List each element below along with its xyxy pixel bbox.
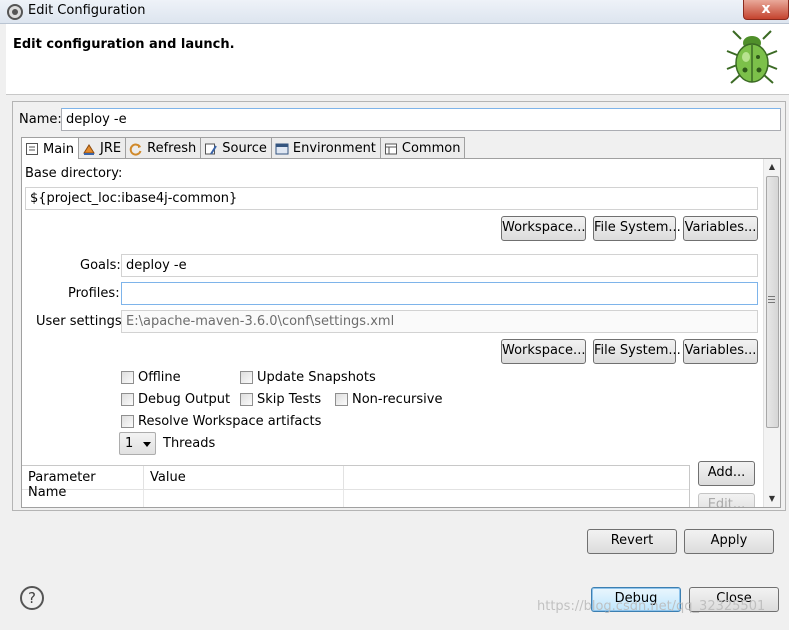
offline-checkbox[interactable]: Offline [121,370,181,385]
debug-output-checkbox[interactable]: Debug Output [121,392,230,407]
name-field[interactable]: deploy -e [61,108,781,131]
tab-common[interactable]: Common [379,137,466,158]
offline-checkbox-box[interactable] [121,371,134,384]
tab-environment-label: Environment [292,141,376,156]
profiles-field[interactable] [121,282,758,305]
resolve-workspace-label: Resolve Workspace artifacts [138,414,322,429]
tab-source[interactable]: Source [200,137,272,158]
revert-button[interactable]: Revert [587,529,677,554]
scroll-down-icon[interactable]: ▼ [764,491,780,507]
threads-value: 1 [125,436,134,451]
column-value[interactable]: Value [144,466,344,489]
debug-output-label: Debug Output [138,392,231,407]
table-row [22,490,144,507]
resolve-workspace-checkbox[interactable]: Resolve Workspace artifacts [121,414,321,429]
tab-common-label: Common [401,141,461,156]
resolve-workspace-checkbox-box[interactable] [121,415,134,428]
file-system-button-settings[interactable]: File System... [593,339,681,364]
workspace-button-settings[interactable]: Workspace... [501,339,586,364]
refresh-icon [129,143,142,155]
skip-tests-checkbox[interactable]: Skip Tests [240,392,321,407]
tab-jre[interactable]: JRE [78,137,127,158]
column-parameter-name[interactable]: Parameter Name [22,466,144,500]
apply-button[interactable]: Apply [684,529,774,554]
jre-icon [83,143,95,155]
common-icon [384,143,397,154]
configuration-area: Name: deploy -e Main JRE Refresh Source … [12,101,786,511]
update-snapshots-checkbox[interactable]: Update Snapshots [240,370,376,385]
edit-parameter-button[interactable]: Edit... [698,493,755,507]
name-label: Name: [19,112,62,127]
chevron-down-icon [143,442,151,447]
help-icon[interactable]: ? [20,586,44,610]
scroll-up-icon[interactable]: ▲ [764,159,780,175]
offline-label: Offline [138,370,181,385]
user-settings-field[interactable]: E:\apache-maven-3.6.0\conf\settings.xml [121,310,758,333]
dialog-heading: Edit configuration and launch. [13,37,235,52]
window-title: Edit Configuration [28,3,146,18]
main-tab-icon [26,143,38,155]
scrollbar-grip-icon [768,296,775,303]
goals-field[interactable]: deploy -e [121,254,758,277]
goals-label: Goals: [80,258,121,273]
tab-bar: Main JRE Refresh Source Environment Comm… [21,137,466,159]
vertical-scrollbar[interactable]: ▲ ▼ [763,159,780,507]
tab-main[interactable]: Main [21,137,80,159]
file-system-button[interactable]: File System... [593,216,681,241]
debug-output-checkbox-box[interactable] [121,393,134,406]
watermark-text: https://blog.csdn.net/qq_32325501 [537,599,766,614]
tab-environment[interactable]: Environment [270,137,381,158]
threads-select[interactable]: 1 [119,432,156,455]
eclipse-app-icon [7,4,23,20]
profiles-label: Profiles: [68,286,120,301]
source-icon [205,143,218,155]
base-directory-label: Base directory: [25,166,123,181]
tab-jre-label: JRE [100,141,122,156]
skip-tests-checkbox-box[interactable] [240,393,253,406]
parameter-table[interactable]: Parameter Name Value [22,465,690,507]
environment-icon [275,143,289,154]
threads-label: Threads [163,436,216,451]
parameter-table-header: Parameter Name Value [22,466,689,500]
tab-refresh[interactable]: Refresh [125,137,202,158]
tab-source-label: Source [222,141,267,156]
non-recursive-checkbox[interactable]: Non-recursive [335,392,442,407]
tab-refresh-label: Refresh [147,141,197,156]
title-bar: Edit Configuration x [0,0,789,24]
main-tab-panel: Base directory: ${project_loc:ibase4j-co… [21,158,781,508]
table-row-cell [144,490,344,507]
user-settings-label: User settings: [36,314,126,329]
update-snapshots-checkbox-box[interactable] [240,371,253,384]
workspace-button[interactable]: Workspace... [501,216,586,241]
update-snapshots-label: Update Snapshots [257,370,376,385]
tab-main-label: Main [43,141,75,157]
variables-button-settings[interactable]: Variables... [683,339,758,364]
dialog-header: Edit configuration and launch. [6,24,789,95]
debug-bug-icon [726,30,778,84]
non-recursive-checkbox-box[interactable] [335,393,348,406]
add-parameter-button[interactable]: Add... [698,461,755,486]
skip-tests-label: Skip Tests [257,392,322,407]
variables-button[interactable]: Variables... [683,216,758,241]
window-close-button[interactable]: x [743,0,789,20]
non-recursive-label: Non-recursive [352,392,443,407]
base-directory-field[interactable]: ${project_loc:ibase4j-common} [25,187,758,210]
